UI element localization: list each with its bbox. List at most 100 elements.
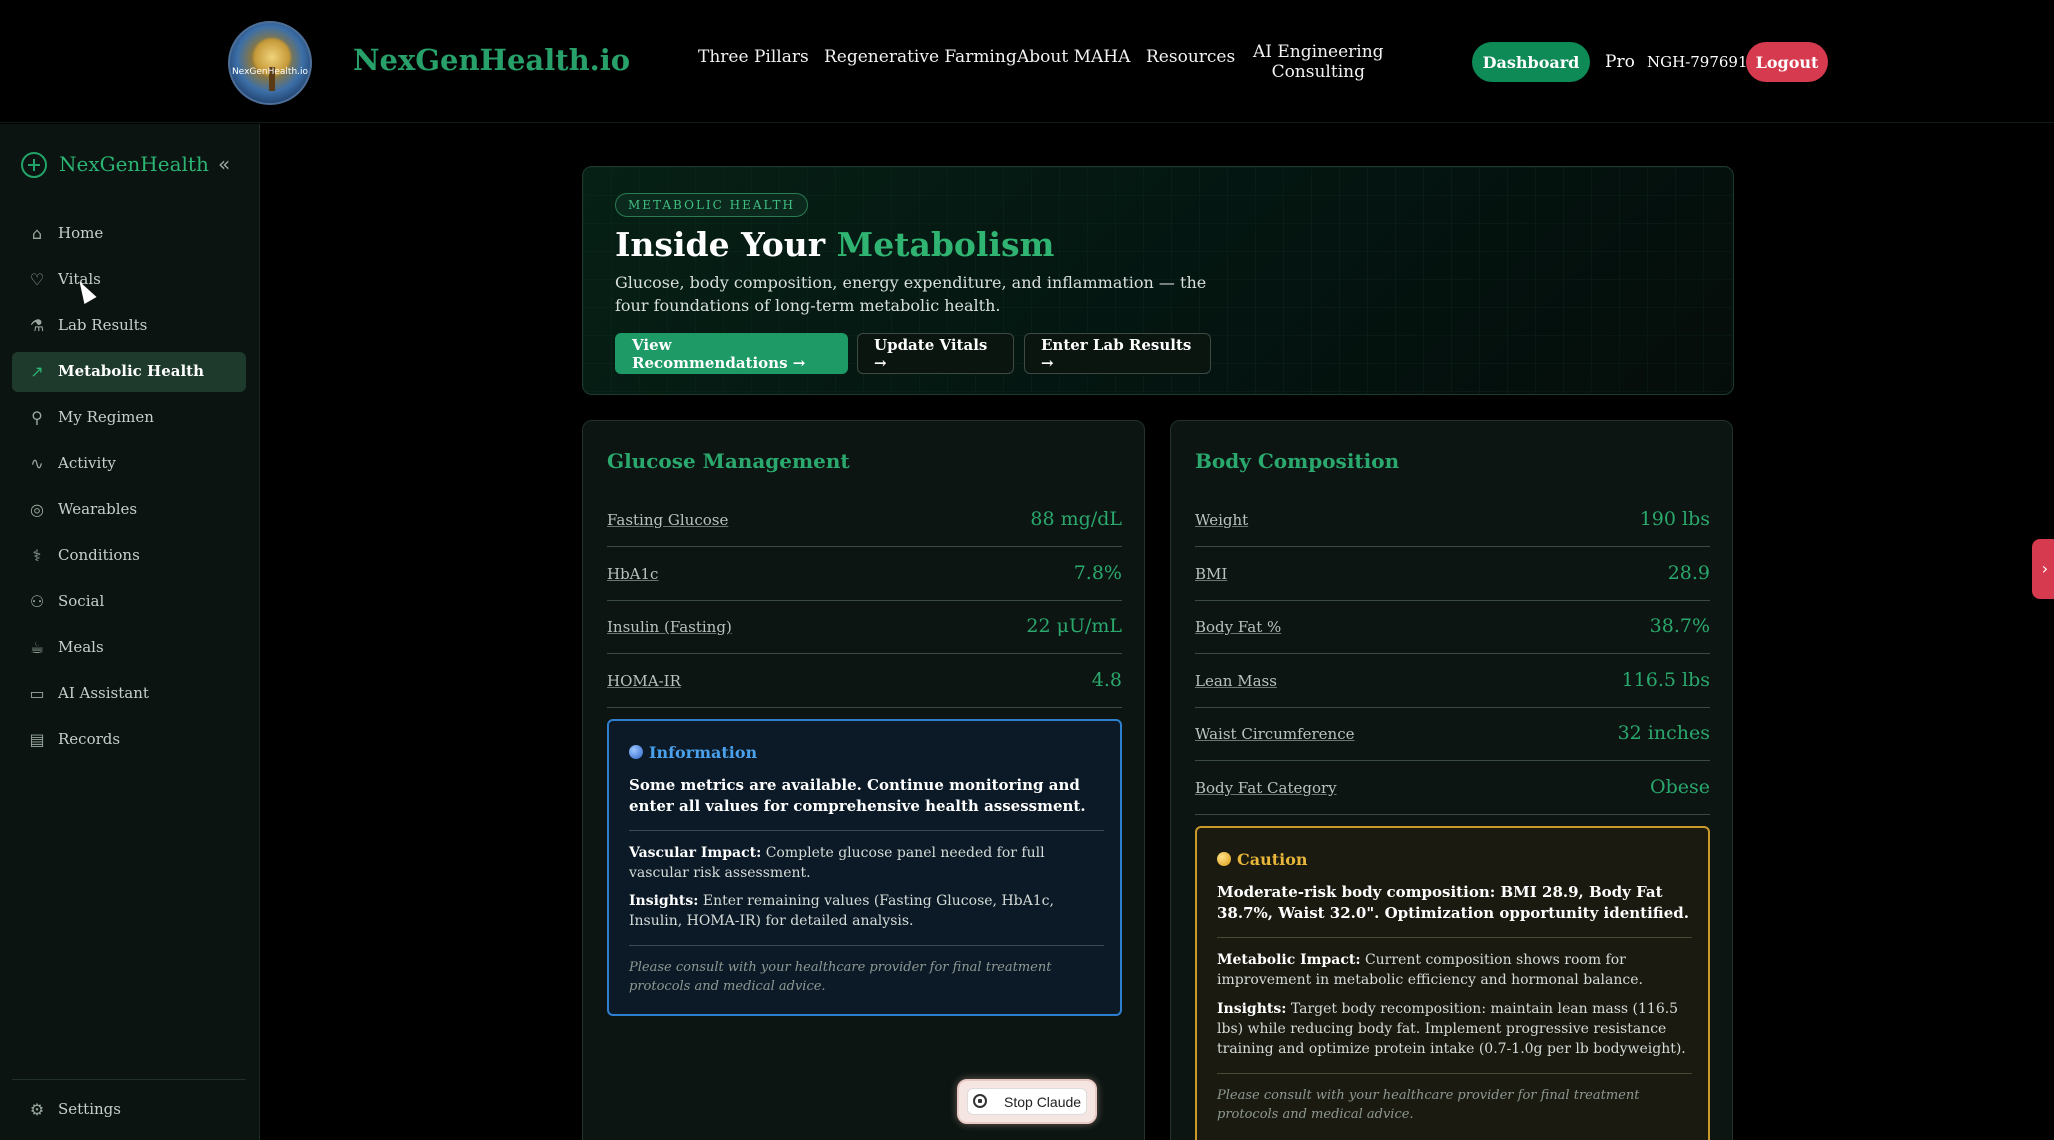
- nav-resources[interactable]: Resources: [1146, 47, 1235, 67]
- metric-label[interactable]: Weight: [1195, 511, 1248, 529]
- info-dot-icon: [629, 745, 643, 759]
- metric-row-lean-mass: Lean Mass 116.5 lbs: [1195, 654, 1710, 708]
- nav-about-maha[interactable]: About MAHA: [1017, 47, 1130, 67]
- user-id: NGH-797691: [1647, 53, 1748, 71]
- metric-label[interactable]: Fasting Glucose: [607, 511, 728, 529]
- stop-claude-button[interactable]: Stop Claude: [957, 1079, 1097, 1124]
- sidebar-item-conditions[interactable]: ⚕ Conditions: [12, 536, 246, 576]
- metric-label[interactable]: Body Fat Category: [1195, 779, 1337, 797]
- nav-ai-engineering-consulting[interactable]: AI Engineering Consulting: [1253, 42, 1384, 82]
- metric-value: Obese: [1650, 776, 1710, 798]
- sidebar-item-label: Meals: [58, 638, 104, 656]
- metric-value: 88 mg/dL: [1030, 508, 1122, 530]
- caution-dot-icon: [1217, 852, 1231, 866]
- metric-label[interactable]: BMI: [1195, 565, 1227, 583]
- metric-row-waist: Waist Circumference 32 inches: [1195, 707, 1710, 761]
- sidebar-item-label: Home: [58, 224, 104, 242]
- title-prefix: Inside Your: [615, 225, 837, 264]
- flask-icon: ⚗: [29, 316, 45, 335]
- sidebar-item-ai-assistant[interactable]: ▭ AI Assistant: [12, 674, 246, 714]
- nav-consulting-line2: Consulting: [1271, 62, 1365, 82]
- metric-row-homa-ir: HOMA-IR 4.8: [607, 654, 1122, 708]
- insights-label: Insights:: [1217, 1001, 1287, 1017]
- sidebar-item-label: My Regimen: [58, 408, 154, 426]
- stethoscope-icon: ⚕: [32, 546, 42, 565]
- sidebar-item-social[interactable]: ⚇ Social: [12, 582, 246, 622]
- sidebar-item-metabolic-health[interactable]: ↗ Metabolic Health: [12, 352, 246, 392]
- sidebar-item-activity[interactable]: ∿ Activity: [12, 444, 246, 484]
- alert-message: Some metrics are available. Continue mon…: [629, 776, 1086, 815]
- sidebar-item-label: AI Assistant: [58, 684, 149, 702]
- watch-icon: ◎: [30, 500, 44, 519]
- sidebar-item-lab-results[interactable]: ⚗ Lab Results: [12, 306, 246, 346]
- document-icon: ▤: [29, 730, 45, 749]
- metric-label[interactable]: HOMA-IR: [607, 672, 681, 690]
- home-icon: ⌂: [31, 224, 43, 243]
- alert-disclaimer: Please consult with your healthcare prov…: [1217, 1088, 1640, 1122]
- metric-value: 28.9: [1667, 562, 1710, 584]
- metric-value: 190 lbs: [1639, 508, 1710, 530]
- alert-impact: Vascular Impact: Complete glucose panel …: [629, 843, 1104, 883]
- metric-label[interactable]: HbA1c: [607, 565, 658, 583]
- metric-label[interactable]: Waist Circumference: [1195, 725, 1355, 743]
- chat-icon: ▭: [29, 684, 45, 703]
- insights-label: Insights:: [629, 893, 699, 909]
- logout-button[interactable]: Logout: [1746, 42, 1828, 82]
- alert-heading: Caution: [1217, 850, 1308, 869]
- update-vitals-button[interactable]: Update Vitals →: [857, 333, 1014, 374]
- sidebar-item-label: Settings: [58, 1100, 121, 1118]
- gear-icon: ⚙: [29, 1100, 45, 1119]
- metric-label[interactable]: Insulin (Fasting): [607, 618, 732, 636]
- insights-text: Target body recomposition: maintain lean…: [1217, 1001, 1686, 1057]
- metric-value: 38.7%: [1649, 615, 1710, 637]
- enter-lab-results-button[interactable]: Enter Lab Results →: [1024, 333, 1211, 374]
- view-recommendations-button[interactable]: View Recommendations →: [615, 333, 848, 374]
- nav-consulting-line1: AI Engineering: [1253, 42, 1384, 62]
- body-composition-card: Body Composition Weight 190 lbs BMI 28.9…: [1170, 420, 1733, 1140]
- collapse-sidebar-icon[interactable]: «: [218, 152, 230, 176]
- sidebar-item-settings[interactable]: ⚙ Settings: [12, 1090, 246, 1130]
- hero-panel: METABOLIC HEALTH Inside Your Metabolism …: [582, 166, 1734, 395]
- activity-icon: ∿: [30, 454, 44, 473]
- information-alert: Information Some metrics are available. …: [607, 719, 1122, 1016]
- alert-insights: Insights: Target body recomposition: mai…: [1217, 999, 1692, 1059]
- sidebar-item-label: Activity: [58, 454, 116, 472]
- chart-icon: ↗: [30, 362, 44, 381]
- plus-circle-icon: [21, 152, 47, 178]
- cup-icon: ☕: [29, 638, 45, 657]
- site-logo[interactable]: NexGenHealth.io: [228, 21, 312, 105]
- plan-badge: Pro: [1605, 52, 1635, 72]
- sidebar-item-records[interactable]: ▤ Records: [12, 720, 246, 760]
- metric-value: 4.8: [1091, 669, 1122, 691]
- alert-heading: Information: [629, 743, 757, 762]
- sidebar-item-wearables[interactable]: ◎ Wearables: [12, 490, 246, 530]
- chevron-right-icon[interactable]: ›: [2032, 539, 2054, 599]
- sidebar-item-home[interactable]: ⌂ Home: [12, 214, 246, 254]
- alert-impact: Metabolic Impact: Current composition sh…: [1217, 950, 1692, 990]
- sidebar-item-vitals[interactable]: ♡ Vitals: [12, 260, 246, 300]
- impact-label: Vascular Impact:: [629, 845, 762, 861]
- sidebar-item-meals[interactable]: ☕ Meals: [12, 628, 246, 668]
- alert-heading-text: Information: [649, 743, 758, 762]
- alert-divider: [1217, 937, 1692, 938]
- metric-row-bmi: BMI 28.9: [1195, 547, 1710, 601]
- metric-value: 7.8%: [1073, 562, 1122, 584]
- sidebar-item-label: Metabolic Health: [58, 362, 205, 380]
- users-icon: ⚇: [29, 592, 45, 611]
- brand-name[interactable]: NexGenHealth.io: [353, 43, 630, 77]
- metric-row-fasting-glucose: Fasting Glucose 88 mg/dL: [607, 493, 1122, 547]
- nav-three-pillars[interactable]: Three Pillars: [698, 47, 809, 67]
- dashboard-button[interactable]: Dashboard: [1472, 42, 1590, 82]
- logo-text: NexGenHealth.io: [231, 67, 309, 77]
- sidebar-brand[interactable]: NexGenHealth: [59, 152, 209, 176]
- metric-label[interactable]: Body Fat %: [1195, 618, 1281, 636]
- sidebar-item-label: Social: [58, 592, 105, 610]
- top-navbar: NexGenHealth.io NexGenHealth.io Three Pi…: [0, 0, 2054, 123]
- alert-heading-text: Caution: [1237, 850, 1308, 869]
- impact-label: Metabolic Impact:: [1217, 952, 1361, 968]
- metric-label[interactable]: Lean Mass: [1195, 672, 1277, 690]
- sidebar-divider: [12, 1079, 246, 1080]
- alert-divider: [629, 830, 1104, 831]
- sidebar-item-my-regimen[interactable]: ⚲ My Regimen: [12, 398, 246, 438]
- nav-regenerative-farming[interactable]: Regenerative Farming: [824, 47, 1017, 67]
